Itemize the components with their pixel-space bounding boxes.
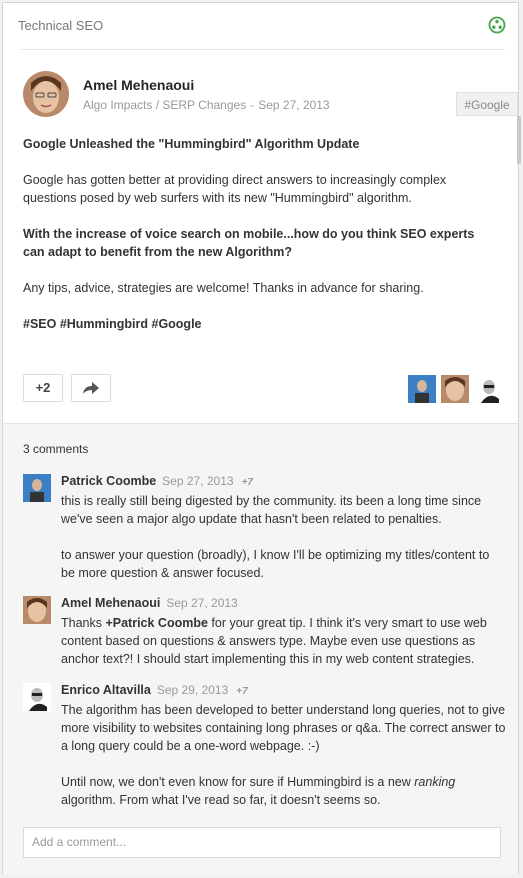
commenter-name: Amel Mehenaoui Sep 27, 2013 bbox=[61, 596, 238, 610]
comment-paragraph: to answer your question (broadly), I kno… bbox=[61, 548, 490, 580]
commenter-avatar[interactable] bbox=[23, 596, 51, 624]
add-comment-input[interactable]: Add a comment... bbox=[23, 827, 501, 858]
post-meta: Algo Impacts / SERP Changes - Sep 27, 2013 bbox=[83, 98, 330, 112]
plus-one-button[interactable]: +2 bbox=[23, 374, 63, 402]
comment-plus-count[interactable]: +7 bbox=[236, 686, 247, 697]
comment-paragraph: Until now, we don't even know for sure i… bbox=[61, 773, 506, 809]
comment-text: this is really still being digested by t… bbox=[61, 492, 506, 600]
commenter-avatar[interactable] bbox=[23, 474, 51, 502]
comment-plus-count[interactable]: +7 bbox=[242, 477, 253, 488]
commenter-name-link[interactable]: Patrick Coombe bbox=[61, 474, 156, 488]
pluser-avatar[interactable] bbox=[408, 375, 436, 403]
mention-link[interactable]: +Patrick Coombe bbox=[105, 616, 207, 630]
pluser-avatar[interactable] bbox=[441, 375, 469, 403]
comment-paragraph: Thanks +Patrick Coombe for your great ti… bbox=[61, 614, 506, 668]
commenter-name-link[interactable]: Enrico Altavilla bbox=[61, 683, 151, 697]
header-divider bbox=[21, 49, 505, 50]
comments-section: 3 comments Patrick Coombe Sep 27, 2013 +7 … bbox=[3, 423, 518, 874]
post-question: With the increase of voice search on mob… bbox=[23, 227, 475, 259]
commenter-name: Patrick Coombe Sep 27, 2013 +7 bbox=[61, 474, 253, 488]
post-card: Technical SEO Amel Mehenaoui Algo Impact… bbox=[2, 2, 519, 874]
commenter-name-link[interactable]: Amel Mehenaoui bbox=[61, 596, 160, 610]
comments-count[interactable]: 3 comments bbox=[23, 442, 88, 456]
post-paragraph-1: Google has gotten better at providing di… bbox=[23, 173, 447, 205]
post-category[interactable]: Algo Impacts / SERP Changes bbox=[83, 98, 246, 112]
share-button[interactable] bbox=[71, 374, 111, 402]
community-name[interactable]: Technical SEO bbox=[18, 18, 103, 33]
comment-text-part: Until now, we don't even know for sure i… bbox=[61, 775, 415, 789]
comment-emphasis: ranking bbox=[414, 775, 456, 789]
pluser-avatar[interactable] bbox=[475, 375, 503, 403]
scrollbar-thumb[interactable] bbox=[517, 116, 521, 164]
comment-date[interactable]: Sep 29, 2013 bbox=[157, 683, 228, 697]
comment-date[interactable]: Sep 27, 2013 bbox=[162, 474, 233, 488]
comment-date[interactable]: Sep 27, 2013 bbox=[166, 596, 237, 610]
share-arrow-icon bbox=[83, 382, 99, 394]
comment-paragraph: The algorithm has been developed to bett… bbox=[61, 703, 506, 753]
comment-text-part: Thanks bbox=[61, 616, 106, 630]
post-date[interactable]: Sep 27, 2013 bbox=[258, 98, 329, 112]
post-paragraph-2: Any tips, advice, strategies are welcome… bbox=[23, 281, 424, 295]
post-body: Google Unleashed the "Hummingbird" Algor… bbox=[23, 135, 493, 351]
post-title: Google Unleashed the "Hummingbird" Algor… bbox=[23, 137, 360, 151]
community-icon[interactable] bbox=[488, 16, 506, 34]
author-avatar[interactable] bbox=[23, 71, 69, 117]
commenter-avatar[interactable] bbox=[23, 683, 51, 711]
comment-text: Thanks +Patrick Coombe for your great ti… bbox=[61, 614, 506, 686]
comment-paragraph: this is really still being digested by t… bbox=[61, 494, 482, 526]
commenter-name: Enrico Altavilla Sep 29, 2013 +7 bbox=[61, 683, 248, 697]
author-name[interactable]: Amel Mehenaoui bbox=[83, 77, 194, 93]
comment-text-part: algorithm. From what I've read so far, i… bbox=[61, 793, 381, 807]
comment-text: The algorithm has been developed to bett… bbox=[61, 701, 506, 827]
post-hashtags[interactable]: #SEO #Hummingbird #Google bbox=[23, 315, 493, 333]
hashtag-badge[interactable]: #Google bbox=[456, 92, 518, 116]
